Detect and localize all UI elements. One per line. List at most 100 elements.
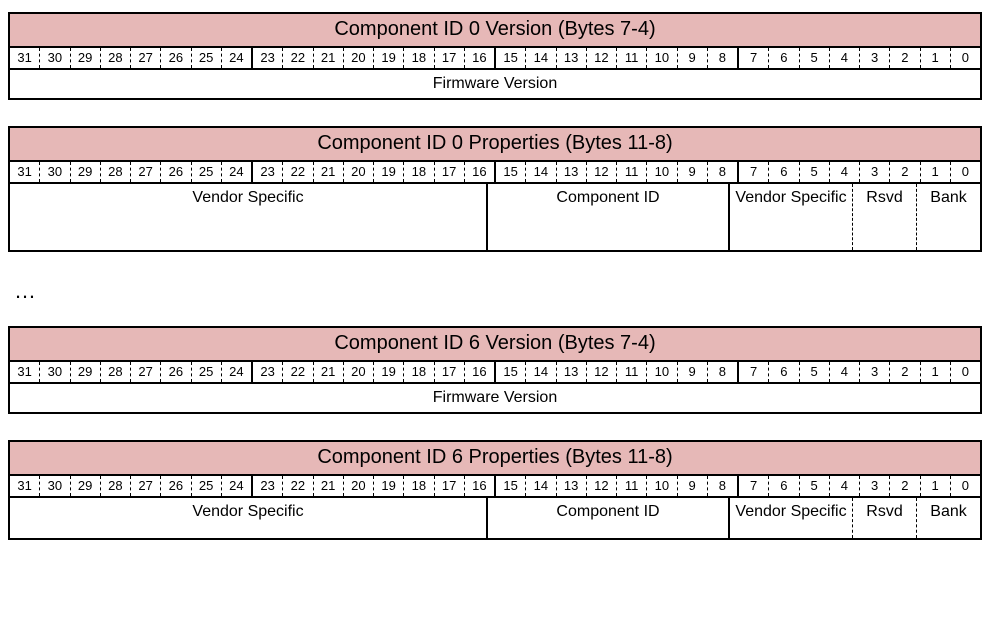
bit-label: 31	[10, 48, 40, 68]
field-vendor-specific-low: Vendor Specific	[730, 184, 853, 250]
bit-label: 14	[526, 476, 556, 496]
bit-label: 17	[435, 48, 465, 68]
bit-label: 20	[344, 162, 374, 182]
bit-label: 13	[557, 48, 587, 68]
bit-label: 1	[921, 48, 951, 68]
bit-group-7-0: 7 6 5 4 3 2 1 0	[739, 476, 980, 496]
bit-label: 6	[769, 162, 799, 182]
bit-label: 2	[890, 362, 920, 382]
bit-label: 10	[647, 476, 677, 496]
bit-label: 20	[344, 48, 374, 68]
bit-group-31-24: 31 30 29 28 27 26 25 24	[10, 362, 253, 382]
bit-label: 23	[253, 476, 283, 496]
bit-group-31-24: 31 30 29 28 27 26 25 24	[10, 476, 253, 496]
bit-label: 31	[10, 362, 40, 382]
bit-label: 15	[496, 362, 526, 382]
bit-label: 3	[860, 362, 890, 382]
field-bank: Bank	[917, 498, 980, 538]
bit-label: 29	[71, 362, 101, 382]
bit-label: 27	[131, 48, 161, 68]
bit-label: 8	[708, 362, 737, 382]
bit-label: 12	[587, 362, 617, 382]
bit-group-15-8: 15 14 13 12 11 10 9 8	[496, 476, 739, 496]
bit-label: 19	[374, 476, 404, 496]
bit-label: 19	[374, 162, 404, 182]
register-title: Component ID 6 Version (Bytes 7-4)	[10, 328, 980, 362]
bit-label: 30	[40, 476, 70, 496]
bit-label: 26	[161, 362, 191, 382]
ellipsis: …	[14, 278, 979, 304]
bit-label: 9	[678, 362, 708, 382]
bit-label: 18	[404, 476, 434, 496]
bit-label: 30	[40, 162, 70, 182]
bit-group-31-24: 31 30 29 28 27 26 25 24	[10, 48, 253, 68]
bit-label: 24	[222, 48, 251, 68]
bit-label: 26	[161, 48, 191, 68]
field-firmware-version: Firmware Version	[10, 384, 980, 412]
bit-label: 5	[800, 48, 830, 68]
field-reserved: Rsvd	[853, 498, 917, 538]
bit-label: 14	[526, 362, 556, 382]
bit-label: 20	[344, 476, 374, 496]
bit-label: 31	[10, 476, 40, 496]
bit-label: 10	[647, 162, 677, 182]
bit-label: 7	[739, 162, 769, 182]
bit-group-15-8: 15 14 13 12 11 10 9 8	[496, 162, 739, 182]
bit-label: 16	[465, 162, 494, 182]
bit-label: 31	[10, 162, 40, 182]
bit-label: 12	[587, 476, 617, 496]
field-firmware-version: Firmware Version	[10, 70, 980, 98]
bit-label: 28	[101, 362, 131, 382]
bit-label: 21	[314, 362, 344, 382]
bit-label: 18	[404, 48, 434, 68]
bit-group-23-16: 23 22 21 20 19 18 17 16	[253, 162, 496, 182]
bit-label: 18	[404, 362, 434, 382]
bit-label: 5	[800, 162, 830, 182]
bit-label: 17	[435, 162, 465, 182]
bit-label: 1	[921, 362, 951, 382]
bit-label: 12	[587, 48, 617, 68]
bit-label: 11	[617, 362, 647, 382]
bit-group-31-24: 31 30 29 28 27 26 25 24	[10, 162, 253, 182]
bit-label: 16	[465, 48, 494, 68]
register-comp6-properties: Component ID 6 Properties (Bytes 11-8) 3…	[8, 440, 982, 540]
bit-label: 8	[708, 48, 737, 68]
bit-label: 17	[435, 362, 465, 382]
bit-label: 15	[496, 48, 526, 68]
bit-index-row: 31 30 29 28 27 26 25 24 23 22 21 20 19 1…	[10, 476, 980, 498]
bit-label: 23	[253, 362, 283, 382]
bit-label: 24	[222, 362, 251, 382]
bit-label: 6	[769, 48, 799, 68]
field-bank: Bank	[917, 184, 980, 250]
bit-label: 7	[739, 476, 769, 496]
bit-label: 9	[678, 476, 708, 496]
bit-label: 30	[40, 48, 70, 68]
bit-label: 3	[860, 162, 890, 182]
bit-label: 0	[951, 48, 980, 68]
register-comp6-version: Component ID 6 Version (Bytes 7-4) 31 30…	[8, 326, 982, 414]
bit-label: 8	[708, 162, 737, 182]
bit-label: 0	[951, 362, 980, 382]
bit-label: 24	[222, 162, 251, 182]
field-component-id: Component ID	[488, 184, 730, 250]
bit-label: 13	[557, 162, 587, 182]
bit-label: 29	[71, 162, 101, 182]
register-comp0-properties: Component ID 0 Properties (Bytes 11-8) 3…	[8, 126, 982, 252]
register-title: Component ID 6 Properties (Bytes 11-8)	[10, 442, 980, 476]
bit-label: 17	[435, 476, 465, 496]
bit-label: 6	[769, 476, 799, 496]
bit-label: 26	[161, 162, 191, 182]
bit-group-23-16: 23 22 21 20 19 18 17 16	[253, 48, 496, 68]
bit-label: 27	[131, 476, 161, 496]
bit-label: 3	[860, 476, 890, 496]
bit-label: 25	[192, 362, 222, 382]
bit-label: 27	[131, 362, 161, 382]
bit-label: 25	[192, 162, 222, 182]
bit-label: 7	[739, 362, 769, 382]
field-row: Firmware Version	[10, 70, 980, 98]
field-reserved: Rsvd	[853, 184, 917, 250]
bit-label: 12	[587, 162, 617, 182]
bit-label: 0	[951, 162, 980, 182]
field-row: Vendor Specific Component ID Vendor Spec…	[10, 184, 980, 250]
bit-label: 0	[951, 476, 980, 496]
